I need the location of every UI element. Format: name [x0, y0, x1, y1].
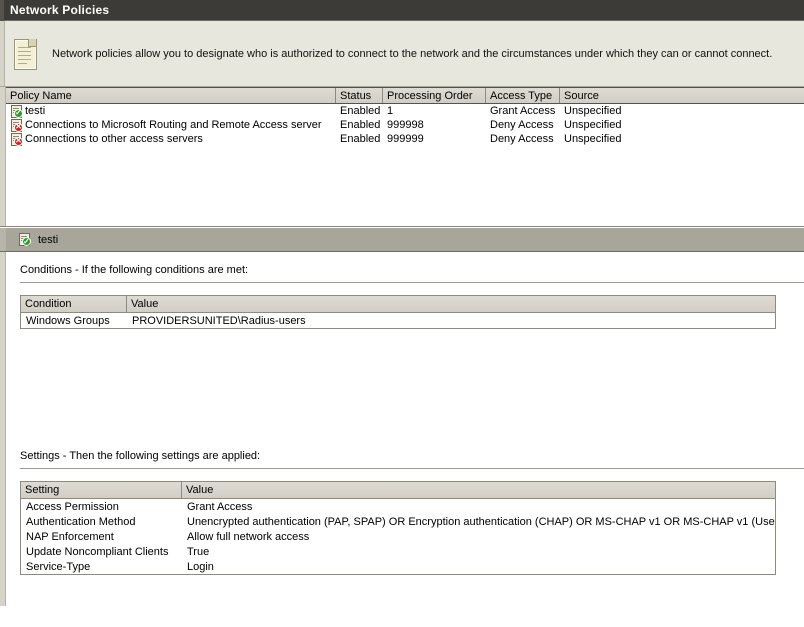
policy-name-label: Connections to other access servers [25, 133, 203, 145]
setting-value-cell: True [187, 545, 210, 558]
condition-name-cell: Windows Groups [26, 314, 110, 327]
details-header-left-edge [0, 228, 6, 251]
conditions-divider [20, 282, 804, 286]
setting-value-cell: Allow full network access [187, 530, 310, 543]
policy-processing-order-cell: 999999 [387, 133, 424, 145]
info-banner: Network policies allow you to designate … [0, 21, 804, 87]
column-header-policy-name[interactable]: Policy Name [6, 88, 336, 103]
column-header-processing-order[interactable]: Processing Order [383, 88, 486, 103]
setting-value-cell: Grant Access [187, 500, 253, 513]
titlebar-left-edge [0, 0, 4, 21]
details-pane-header: ✓ testi [0, 227, 804, 252]
table-row[interactable]: NAP Enforcement Allow full network acces… [21, 529, 775, 544]
settings-grid: Setting Value Access Permission Grant Ac… [20, 481, 776, 575]
banner-left-edge [0, 21, 5, 86]
column-header-access-type[interactable]: Access Type [486, 88, 560, 103]
settings-section: Settings - Then the following settings a… [0, 438, 804, 606]
policy-status-cell: Enabled [340, 119, 381, 131]
policy-access-type-cell: Deny Access [490, 119, 554, 131]
policy-status-cell: Enabled [340, 133, 381, 145]
setting-value-cell: Login [187, 560, 214, 573]
policy-list-left-edge [0, 87, 6, 226]
conditions-left-edge [0, 252, 6, 438]
policy-name-label: Connections to Microsoft Routing and Rem… [25, 119, 322, 131]
policy-enabled-grant-icon: ✓ [18, 233, 31, 246]
settings-left-edge [0, 438, 6, 606]
table-row[interactable]: Windows Groups PROVIDERSUNITED\Radius-us… [21, 313, 775, 328]
policy-status-cell: Enabled [340, 105, 381, 117]
document-icon [12, 38, 38, 70]
column-header-condition-value[interactable]: Value [127, 296, 775, 312]
policy-name-label: testi [25, 105, 46, 117]
window-title: Network Policies [10, 3, 110, 17]
policy-name-cell[interactable]: ✓ testi [6, 104, 336, 118]
setting-name-cell: Service-Type [26, 560, 91, 573]
column-header-condition[interactable]: Condition [21, 296, 127, 312]
column-header-setting[interactable]: Setting [21, 482, 182, 498]
setting-name-cell: Update Noncompliant Clients [26, 545, 169, 558]
table-row[interactable]: ✕ Connections to other access servers En… [6, 132, 804, 146]
column-header-status[interactable]: Status [336, 88, 383, 103]
table-row[interactable]: Service-Type Login [21, 559, 775, 574]
table-row[interactable]: Update Noncompliant Clients True [21, 544, 775, 559]
policy-list-header: Policy Name Status Processing Order Acce… [6, 87, 804, 104]
policy-processing-order-cell: 1 [387, 105, 394, 117]
policy-name-cell[interactable]: ✕ Connections to Microsoft Routing and R… [6, 118, 336, 132]
policy-access-type-cell: Grant Access [490, 105, 556, 117]
window-titlebar: Network Policies [0, 0, 804, 21]
setting-name-cell: Authentication Method [26, 515, 136, 528]
policy-enabled-grant-icon: ✓ [10, 104, 23, 118]
policy-name-cell[interactable]: ✕ Connections to other access servers [6, 132, 336, 146]
table-row[interactable]: ✓ testi Enabled 1 Grant Access Unspecifi… [6, 104, 804, 118]
details-pane-title: testi [38, 233, 59, 246]
policy-processing-order-cell: 999998 [387, 119, 424, 131]
policy-list-body: ✓ testi Enabled 1 Grant Access Unspecifi… [6, 104, 804, 146]
policy-list-panel: Policy Name Status Processing Order Acce… [0, 87, 804, 227]
setting-name-cell: NAP Enforcement [26, 530, 114, 543]
setting-name-cell: Access Permission [26, 500, 119, 513]
condition-value-cell: PROVIDERSUNITED\Radius-users [132, 314, 306, 327]
settings-title: Settings - Then the following settings a… [20, 450, 261, 462]
conditions-grid: Condition Value Windows Groups PROVIDERS… [20, 295, 776, 329]
table-row[interactable]: ✕ Connections to Microsoft Routing and R… [6, 118, 804, 132]
policy-enabled-deny-icon: ✕ [10, 118, 23, 132]
policy-enabled-deny-icon: ✕ [10, 132, 23, 146]
policy-access-type-cell: Deny Access [490, 133, 554, 145]
conditions-grid-header: Condition Value [21, 296, 775, 313]
policy-source-cell: Unspecified [564, 105, 622, 117]
setting-value-cell: Unencrypted authentication (PAP, SPAP) O… [187, 515, 775, 528]
column-header-source[interactable]: Source [560, 88, 804, 103]
conditions-title: Conditions - If the following conditions… [20, 264, 249, 276]
policy-source-cell: Unspecified [564, 119, 622, 131]
column-header-setting-value[interactable]: Value [182, 482, 775, 498]
info-banner-text: Network policies allow you to designate … [52, 47, 773, 60]
settings-divider [20, 468, 804, 472]
table-row[interactable]: Access Permission Grant Access [21, 499, 775, 514]
conditions-section: Conditions - If the following conditions… [0, 252, 804, 438]
table-row[interactable]: Authentication Method Unencrypted authen… [21, 514, 775, 529]
policy-source-cell: Unspecified [564, 133, 622, 145]
settings-grid-header: Setting Value [21, 482, 775, 499]
